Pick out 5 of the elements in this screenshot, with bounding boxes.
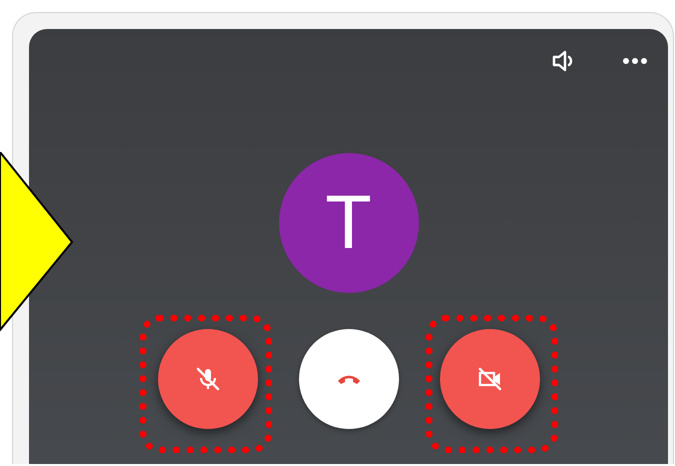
video-camera-icon xyxy=(476,366,502,392)
mic-icon xyxy=(194,366,220,392)
phone-icon xyxy=(336,373,362,385)
avatar: T xyxy=(278,153,418,293)
more-icon[interactable] xyxy=(622,57,648,65)
